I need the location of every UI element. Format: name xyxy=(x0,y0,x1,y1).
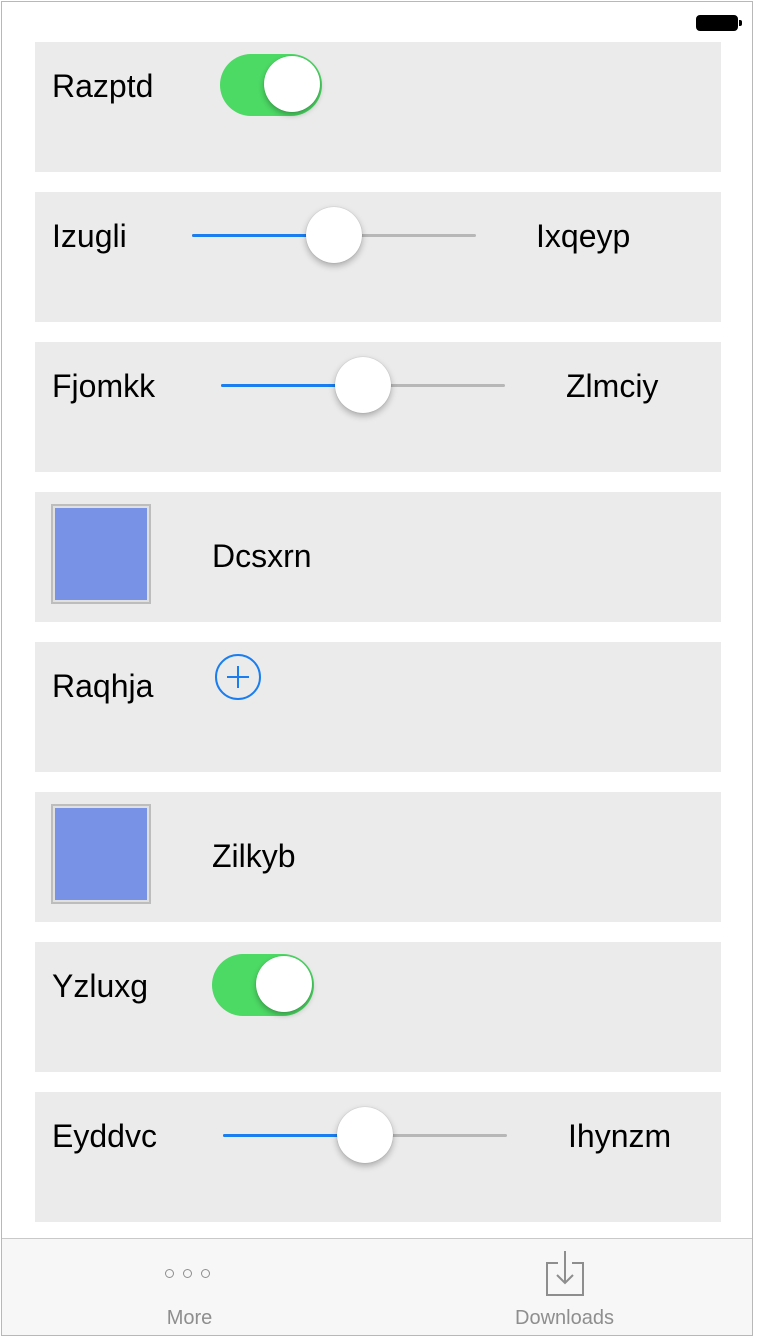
izugli-slider[interactable] xyxy=(192,206,476,264)
fjomkk-slider[interactable] xyxy=(221,356,505,414)
cell-label: Yzluxg xyxy=(52,968,149,1004)
slider-right-label: Ixqeyp xyxy=(536,218,631,254)
razptd-toggle[interactable] xyxy=(220,54,322,116)
tab-label: More xyxy=(166,1307,213,1329)
cell-label: Razptd xyxy=(52,68,154,104)
settings-cell-yzluxg: Yzluxg xyxy=(35,942,721,1072)
toggle-knob xyxy=(256,956,312,1012)
slider-right-label: Ihynzm xyxy=(568,1118,672,1154)
settings-cell-eyddvc: Eyddvc Ihynzm xyxy=(35,1092,721,1222)
add-button[interactable] xyxy=(215,654,261,700)
tab-label: Downloads xyxy=(515,1307,614,1329)
settings-cell-razptd: Razptd xyxy=(35,42,721,172)
settings-cell-zilkyb: Zilkyb xyxy=(35,792,721,922)
color-swatch-fill xyxy=(55,808,147,900)
slider-thumb[interactable] xyxy=(337,1107,393,1163)
color-swatch[interactable] xyxy=(51,804,151,904)
slider-thumb[interactable] xyxy=(306,207,362,263)
battery-icon xyxy=(696,15,738,31)
cell-label: Izugli xyxy=(52,218,127,254)
tab-bar: More Downloads xyxy=(2,1238,752,1335)
tab-downloads[interactable]: Downloads xyxy=(377,1239,752,1335)
battery-tip xyxy=(739,20,742,26)
color-swatch[interactable] xyxy=(51,504,151,604)
settings-cell-raqhja: Raqhja xyxy=(35,642,721,772)
cell-label: Zilkyb xyxy=(212,838,296,874)
cell-label: Dcsxrn xyxy=(212,538,312,574)
tab-more[interactable]: More xyxy=(2,1239,377,1335)
cell-label: Fjomkk xyxy=(52,368,156,404)
app-window: Razptd Izugli Ixqeyp Fjomkk Zlmciy Dcsxr… xyxy=(1,1,753,1336)
slider-right-label: Zlmciy xyxy=(566,368,659,404)
color-swatch-fill xyxy=(55,508,147,600)
eyddvc-slider[interactable] xyxy=(223,1106,507,1164)
settings-cell-fjomkk: Fjomkk Zlmciy xyxy=(35,342,721,472)
cell-label: Raqhja xyxy=(52,668,154,704)
settings-cell-dcsxrn: Dcsxrn xyxy=(35,492,721,622)
status-bar xyxy=(2,2,752,42)
slider-thumb[interactable] xyxy=(335,357,391,413)
more-icon xyxy=(164,1267,215,1281)
downloads-icon xyxy=(545,1249,585,1297)
yzluxg-toggle[interactable] xyxy=(212,954,314,1016)
toggle-knob xyxy=(264,56,320,112)
settings-cell-izugli: Izugli Ixqeyp xyxy=(35,192,721,322)
cell-label: Eyddvc xyxy=(52,1118,157,1154)
